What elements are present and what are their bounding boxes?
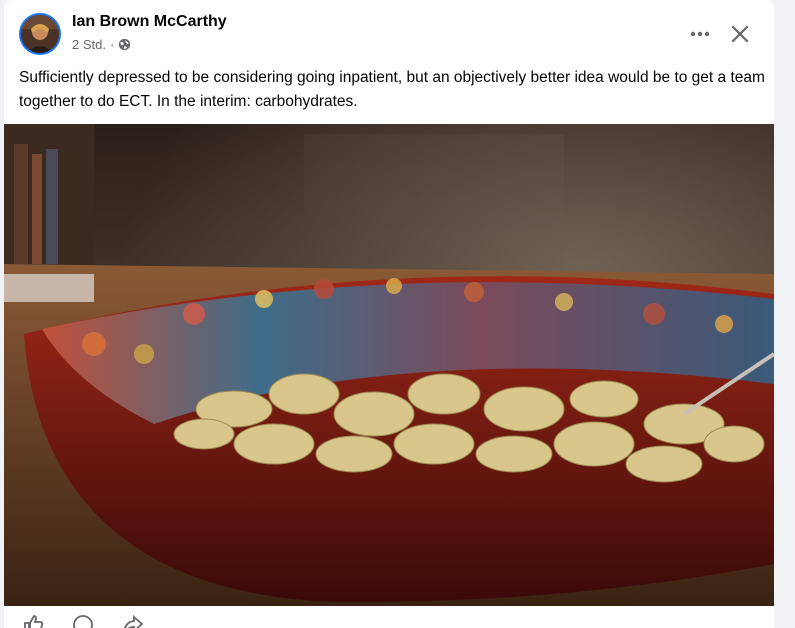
globe-icon [118, 38, 131, 51]
share-button[interactable] [122, 614, 152, 628]
post-header: Ian Brown McCarthy 2 Std. · [4, 0, 774, 64]
avatar-image [21, 15, 59, 53]
close-button[interactable] [722, 16, 758, 52]
post-text: Sufficiently depressed to be considering… [19, 69, 765, 110]
like-icon [24, 615, 44, 628]
post-time[interactable]: 2 Std. [72, 37, 106, 52]
post-actions [4, 606, 774, 628]
comment-button[interactable] [72, 614, 102, 628]
more-options-button[interactable] [682, 16, 718, 52]
close-icon [731, 25, 749, 43]
meta-separator: · [109, 37, 115, 52]
avatar[interactable] [19, 13, 61, 55]
pasta-bowl-photo [4, 124, 774, 606]
author-name[interactable]: Ian Brown McCarthy [72, 13, 227, 31]
post-meta: 2 Std. · [72, 37, 131, 52]
share-icon [124, 615, 144, 628]
post-photo[interactable] [4, 124, 774, 606]
comment-icon [73, 615, 93, 628]
like-button[interactable] [22, 614, 52, 628]
more-options-icon [690, 31, 710, 37]
post-card: Ian Brown McCarthy 2 Std. · Sufficiently… [4, 0, 774, 628]
